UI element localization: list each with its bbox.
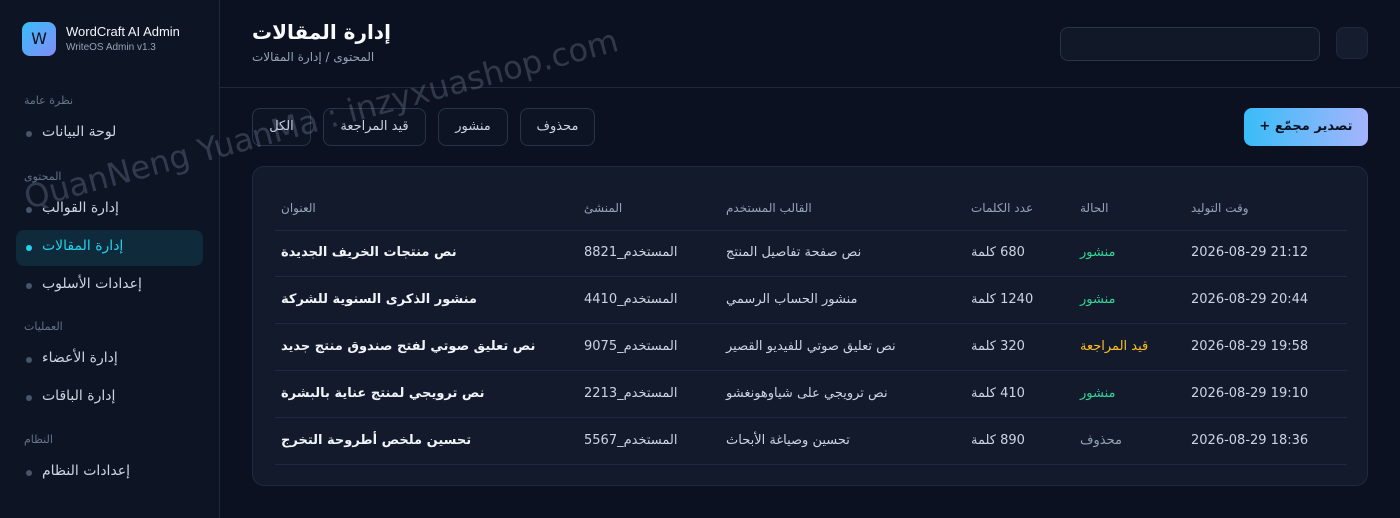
sidebar-item-label: إدارة الأعضاء: [42, 350, 118, 366]
column-header-template: القالب المستخدم: [726, 201, 812, 215]
cell-title: نص تعليق صوتي لفتح صندوق منتج جديد: [281, 339, 536, 354]
cell-word-count: 680 كلمة: [971, 245, 1025, 260]
sidebar-item-members[interactable]: إدارة الأعضاء: [16, 342, 203, 378]
status-badge: منشور: [1080, 386, 1116, 401]
sidebar-item-label: إدارة القوالب: [42, 200, 119, 216]
bullet-icon: [26, 245, 32, 251]
sidebar-item-templates[interactable]: إدارة القوالب: [16, 192, 203, 228]
cell-template: نص ترويجي على شياوهونغشو: [726, 386, 888, 401]
search-input[interactable]: [1060, 27, 1320, 61]
bullet-icon: [26, 395, 32, 401]
cell-title: منشور الذكرى السنوية للشركة: [281, 292, 477, 307]
column-header-word-count: عدد الكلمات: [971, 201, 1034, 215]
status-badge: قيد المراجعة: [1080, 339, 1149, 354]
table-row[interactable]: منشور الذكرى السنوية للشركة المستخدم_441…: [275, 277, 1347, 324]
cell-creator: المستخدم_5567: [584, 433, 678, 448]
filter-all-button[interactable]: الكل: [252, 108, 311, 146]
page-header: إدارة المقالات المحتوى / إدارة المقالات: [220, 0, 1400, 88]
nav-group-overview: نظرة عامة: [24, 94, 74, 107]
cell-generated-time: 2026-08-29 21:12: [1191, 245, 1309, 260]
filter-deleted-button[interactable]: محذوف: [520, 108, 595, 146]
bullet-icon: [26, 357, 32, 363]
status-badge: منشور: [1080, 292, 1116, 307]
column-header-status: الحالة: [1080, 201, 1109, 215]
nav-group-system: النظام: [24, 433, 53, 446]
bulk-export-button[interactable]: تصدير مجمّع +: [1244, 108, 1368, 146]
bullet-icon: [26, 131, 32, 137]
bullet-icon: [26, 283, 32, 289]
brand-name: WordCraft AI Admin: [66, 24, 180, 39]
column-header-creator: المنشئ: [584, 201, 623, 215]
sidebar-item-label: إدارة الباقات: [42, 388, 116, 404]
cell-generated-time: 2026-08-29 19:58: [1191, 339, 1309, 354]
cell-title: تحسين ملخص أطروحة التخرج: [281, 433, 472, 448]
cell-creator: المستخدم_8821: [584, 245, 678, 260]
cell-title: نص منتجات الخريف الجديدة: [281, 245, 457, 260]
cell-template: منشور الحساب الرسمي: [726, 292, 858, 307]
sidebar-item-system-settings[interactable]: إعدادات النظام: [16, 455, 203, 491]
cell-template: تحسين وصياغة الأبحاث: [726, 433, 850, 448]
cell-word-count: 410 كلمة: [971, 386, 1025, 401]
brand-version: WriteOS Admin v1.3: [66, 42, 156, 53]
cell-generated-time: 2026-08-29 19:10: [1191, 386, 1309, 401]
table-row[interactable]: نص منتجات الخريف الجديدة المستخدم_8821 ن…: [275, 230, 1347, 277]
sidebar-item-label: إعدادات الأسلوب: [42, 276, 142, 292]
cell-word-count: 1240 كلمة: [971, 292, 1034, 307]
brand: W WordCraft AI Admin WriteOS Admin v1.3: [22, 22, 212, 58]
table-row[interactable]: تحسين ملخص أطروحة التخرج المستخدم_5567 ت…: [275, 418, 1347, 465]
column-header-generated-time: وقت التوليد: [1191, 201, 1249, 215]
nav-group-operations: العمليات: [24, 320, 63, 333]
articles-table: العنوان المنشئ القالب المستخدم عدد الكلم…: [252, 166, 1368, 486]
filter-published-button[interactable]: منشور: [438, 108, 508, 146]
sidebar-item-label: إدارة المقالات: [42, 238, 124, 254]
cell-creator: المستخدم_2213: [584, 386, 678, 401]
cell-word-count: 320 كلمة: [971, 339, 1025, 354]
cell-word-count: 890 كلمة: [971, 433, 1025, 448]
cell-template: نص تعليق صوتي للفيديو القصير: [726, 339, 896, 354]
sidebar-item-dashboard[interactable]: لوحة البيانات: [16, 116, 203, 152]
sidebar-item-style-settings[interactable]: إعدادات الأسلوب: [16, 268, 203, 304]
table-row[interactable]: نص ترويجي لمنتج عناية بالبشرة المستخدم_2…: [275, 371, 1347, 418]
table-row[interactable]: نص تعليق صوتي لفتح صندوق منتج جديد المست…: [275, 324, 1347, 371]
cell-template: نص صفحة تفاصيل المنتج: [726, 245, 862, 260]
filter-review-button[interactable]: قيد المراجعة: [323, 108, 426, 146]
page-title: إدارة المقالات: [252, 20, 391, 44]
column-header-title: العنوان: [281, 201, 316, 215]
brand-logo: W: [22, 22, 56, 56]
cell-title: نص ترويجي لمنتج عناية بالبشرة: [281, 386, 485, 401]
cell-generated-time: 2026-08-29 20:44: [1191, 292, 1309, 307]
cell-generated-time: 2026-08-29 18:36: [1191, 433, 1309, 448]
bullet-icon: [26, 470, 32, 476]
sidebar-item-articles[interactable]: إدارة المقالات: [16, 230, 203, 266]
cell-creator: المستخدم_4410: [584, 292, 678, 307]
bullet-icon: [26, 207, 32, 213]
sidebar: W WordCraft AI Admin WriteOS Admin v1.3 …: [0, 0, 220, 518]
sidebar-item-label: لوحة البيانات: [42, 124, 117, 140]
sidebar-item-plans[interactable]: إدارة الباقات: [16, 380, 203, 416]
status-badge: محذوف: [1080, 433, 1122, 448]
cell-creator: المستخدم_9075: [584, 339, 678, 354]
header-action-button[interactable]: [1336, 27, 1368, 59]
status-badge: منشور: [1080, 245, 1116, 260]
nav-group-content: المحتوى: [24, 170, 62, 183]
sidebar-item-label: إعدادات النظام: [42, 463, 131, 479]
breadcrumb: المحتوى / إدارة المقالات: [252, 50, 375, 64]
